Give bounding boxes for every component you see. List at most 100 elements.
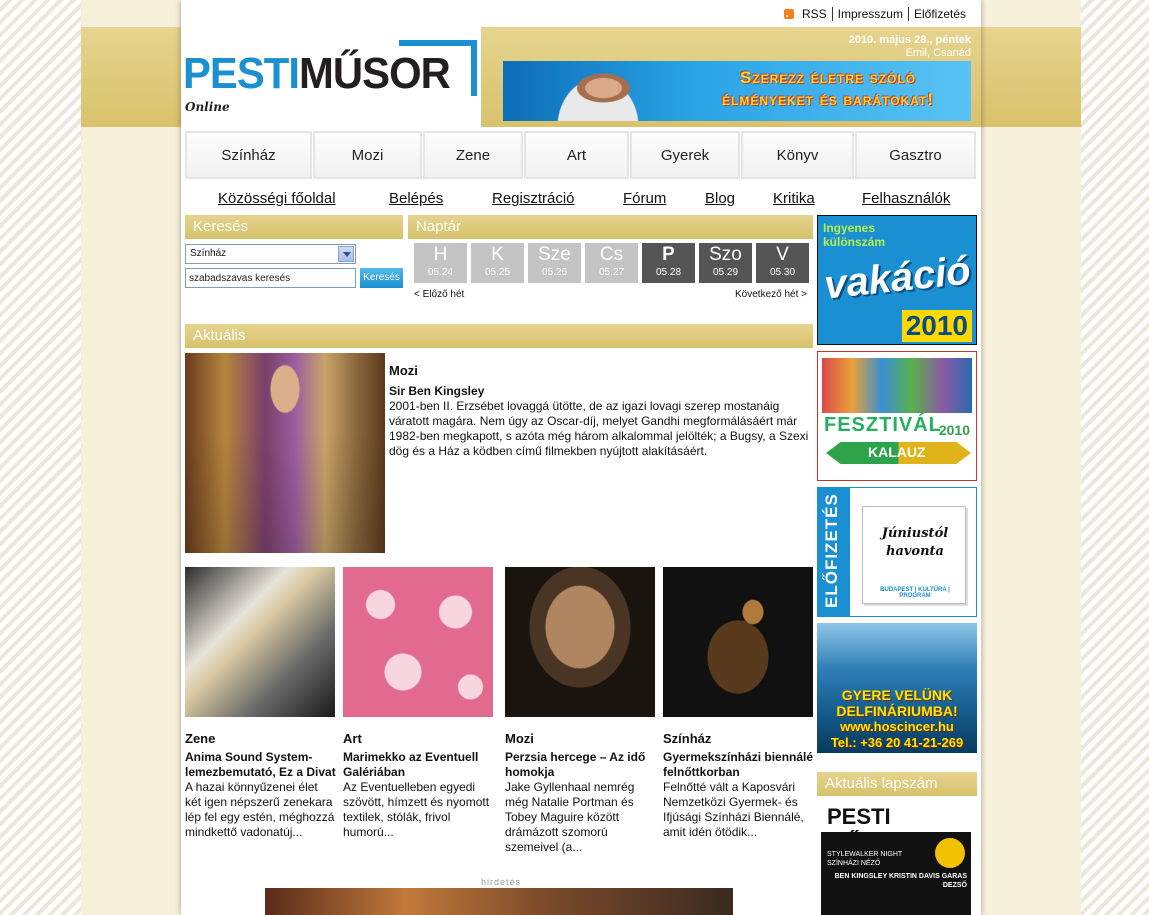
tab-art[interactable]: Art — [524, 131, 629, 179]
tab-zene[interactable]: Zene — [423, 131, 523, 179]
tab-mozi[interactable]: Mozi — [313, 131, 422, 179]
subnav-belepes[interactable]: Belépés — [389, 190, 443, 207]
card-image[interactable] — [663, 567, 813, 717]
cover-small-text: STYLEWALKER NIGHT SZÍNHÁZI NÉZŐ — [827, 850, 902, 868]
fesztival-title: FESZTIVÁL — [824, 414, 942, 437]
banner-person-image — [543, 61, 653, 121]
card-image[interactable] — [185, 567, 335, 717]
day-date: 05.29 — [712, 267, 739, 278]
vakacio-line1: Ingyenes — [823, 221, 876, 235]
card-image[interactable] — [505, 567, 655, 717]
main-nav: Színház Mozi Zene Art Gyerek Könyv Gaszt… — [185, 131, 977, 179]
impresszum-link[interactable]: Impresszum — [831, 7, 908, 21]
fesztival-year: 2010 — [938, 422, 970, 438]
vakacio-year: 2010 — [901, 310, 972, 342]
tab-konyv[interactable]: Könyv — [741, 131, 854, 179]
subnav-felhasznalok[interactable]: Felhasználók — [862, 190, 950, 207]
rss-link[interactable]: RSS — [797, 7, 832, 21]
day-v[interactable]: V 05.30 — [756, 243, 809, 283]
fesztival-word: FESZTIVÁL — [824, 414, 942, 436]
vakacio-ad-label: Ingyenes különszám — [823, 221, 885, 249]
day-szo[interactable]: Szo 05.29 — [699, 243, 752, 283]
subnav-forum[interactable]: Fórum — [623, 190, 666, 207]
top-banner-ad[interactable]: Szerezz életre szóló élményeket és barát… — [503, 61, 971, 121]
left-cream-strip — [81, 0, 181, 915]
calendar-panel: Naptár H 05.24 K 05.25 Sze 05.26 Cs 05.27 P 0… — [408, 215, 813, 300]
elofizetes-footer: BUDAPEST | KULTÚRA | PROGRAM — [880, 587, 950, 599]
elofizetes-link[interactable]: Előfizetés — [907, 7, 971, 21]
day-name: V — [776, 244, 789, 265]
cover-line2: SZÍNHÁZI NÉZŐ — [827, 860, 881, 867]
fesztival-kalauz-ad[interactable]: FESZTIVÁL 2010 KALAUZ — [817, 351, 977, 481]
search-input[interactable] — [185, 268, 356, 288]
logo-part1: PESTI — [183, 49, 300, 98]
cover-badge — [935, 838, 965, 868]
delfin-line2: DELFINÁRIUMBA! — [836, 703, 958, 719]
tab-gyerek[interactable]: Gyerek — [630, 131, 740, 179]
day-h[interactable]: H 05.24 — [414, 243, 467, 283]
chevron-down-icon[interactable] — [338, 246, 354, 262]
article-card: Zene Anima Sound System-lemezbemutató, E… — [185, 567, 337, 840]
day-date: 05.30 — [769, 267, 796, 278]
header-band: 2010. május 28., péntek Emil, Csanád Sze… — [481, 27, 981, 127]
card-title[interactable]: Anima Sound System-lemezbemutató, Ez a D… — [185, 750, 337, 780]
aktualis-title: Aktuális — [185, 324, 813, 348]
tab-szinhaz[interactable]: Színház — [185, 131, 312, 179]
category-select[interactable]: Színház — [185, 244, 356, 264]
search-title: Keresés — [185, 215, 403, 239]
current-date: 2010. május 28., péntek — [848, 34, 971, 46]
day-name: P — [662, 244, 675, 265]
right-header-band — [981, 27, 1081, 127]
card-title[interactable]: Marimekko az Eventuell Galériában — [343, 750, 495, 780]
site-logo[interactable]: PESTIMŰSOR Online — [181, 38, 481, 118]
magazine-cover[interactable]: PESTI MŰSOR STYLEWALKER NIGHT SZÍNHÁZI NÉ… — [821, 802, 971, 915]
day-name: Sze — [538, 244, 571, 265]
article-card: Art Marimekko az Eventuell Galériában Az… — [343, 567, 495, 840]
fesztival-photos — [822, 358, 972, 413]
date-box: 2010. május 28., péntek Emil, Csanád — [849, 34, 971, 60]
featured-image[interactable] — [185, 353, 385, 553]
subnav-kozossegi-fooldal[interactable]: Közösségi főoldal — [218, 190, 336, 207]
aktualis-lapszam: Aktuális lapszám — [817, 772, 977, 796]
prev-week-link[interactable]: < Előző hét — [414, 289, 464, 300]
article-card: Mozi Perzsia hercege – Az idő homokja Ja… — [505, 567, 657, 855]
card-category: Mozi — [505, 731, 534, 746]
logo-text: PESTIMŰSOR — [183, 49, 451, 98]
sub-nav: Közösségi főoldal Belépés Regisztráció F… — [181, 190, 981, 208]
next-week-link[interactable]: Következő hét > — [735, 289, 807, 300]
card-text: Felnőtté vált a Kaposvári Nemzetközi Gye… — [663, 780, 804, 839]
featured-title[interactable]: Sir Ben Kingsley — [389, 384, 813, 399]
delfin-line1: GYERE VELÜNK — [841, 687, 953, 703]
elofizetes-ad[interactable]: ELŐFIZETÉS Júniustól havonta BUDAPEST | … — [817, 487, 977, 617]
featured-article: Mozi Sir Ben Kingsley 2001-ben II. Erzsé… — [185, 353, 813, 553]
card-text: Jake Gyllenhaal nemrég még Natalie Portm… — [505, 780, 635, 854]
delfinarium-ad[interactable]: GYERE VELÜNK DELFINÁRIUMBA! www.hoscince… — [817, 623, 977, 753]
day-p-today[interactable]: P 05.28 — [642, 243, 695, 283]
day-date: 05.25 — [484, 267, 511, 278]
subnav-regisztracio[interactable]: Regisztráció — [492, 190, 575, 207]
left-header-band — [81, 27, 181, 127]
cover-masthead: PESTI MŰSOR — [821, 802, 971, 855]
elofizetes-vertical-text: ELŐFIZETÉS — [822, 493, 841, 608]
card-title[interactable]: Perzsia hercege – Az idő homokja — [505, 750, 657, 780]
calendar-note-icon: Júniustól havonta BUDAPEST | KULTÚRA | P… — [862, 506, 966, 604]
tab-gasztro[interactable]: Gasztro — [855, 131, 976, 179]
rss-icon[interactable] — [783, 9, 794, 19]
card-image[interactable] — [343, 567, 493, 717]
card-title[interactable]: Gyermekszínházi biennálé felnőttkorban — [663, 750, 815, 780]
subnav-blog[interactable]: Blog — [705, 190, 735, 207]
day-sze[interactable]: Sze 05.26 — [528, 243, 581, 283]
day-k[interactable]: K 05.25 — [471, 243, 524, 283]
day-name: H — [433, 244, 448, 265]
featured-text: 2001-ben II. Erzsébet lovaggá ütötte, de… — [389, 399, 809, 458]
bottom-banner-ad[interactable] — [265, 888, 733, 915]
subnav-kritika[interactable]: Kritika — [773, 190, 815, 207]
elofizetes-note-text: Júniustól havonta — [881, 526, 949, 559]
card-category: Zene — [185, 731, 216, 746]
search-button[interactable]: Keresés — [360, 268, 403, 288]
vakacio-line2: különszám — [823, 235, 886, 249]
card-text: A hazai könnyűzenei élet két igen népsze… — [185, 780, 335, 839]
day-cs[interactable]: Cs 05.27 — [585, 243, 638, 283]
vakacio-ad[interactable]: Ingyenes különszám vakáció 2010 — [817, 215, 977, 345]
ad-label: hirdetés — [481, 877, 522, 887]
